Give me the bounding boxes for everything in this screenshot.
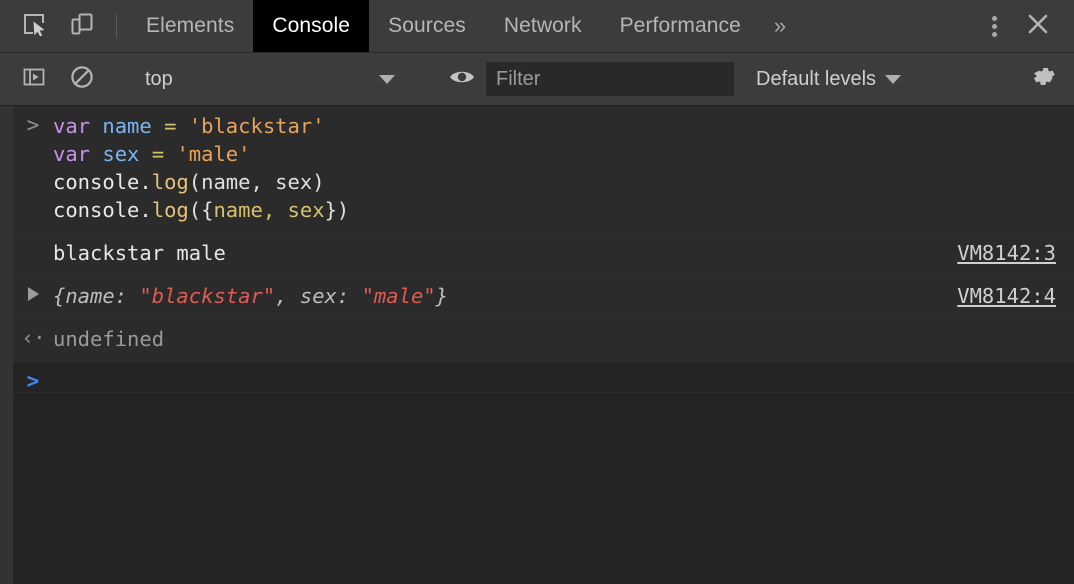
tab-network[interactable]: Network [485,0,601,52]
input-prompt-marker: > [13,106,53,136]
console-input-code: var name = 'blackstar' var sex = 'male' co… [53,106,1074,232]
devtools-window: Elements Console Sources Network Perform… [0,0,1074,584]
console-settings-button[interactable] [1022,53,1066,105]
console-messages-area[interactable]: > var name = 'blackstar' var sex = 'male'… [0,106,1074,584]
code-token: ({ [188,198,214,222]
clear-console-button[interactable] [58,64,106,95]
code-token: = [164,114,177,138]
close-devtools-button[interactable] [1016,0,1060,52]
code-line: var name = 'blackstar' [53,112,1074,140]
console-input-row: > var name = 'blackstar' var sex = 'male'… [0,106,1074,233]
code-token: log [151,198,189,222]
object-preview-segment: "blackstar" [139,284,276,308]
live-expression-icon [448,65,476,94]
source-link[interactable]: VM8142:3 [947,233,1074,275]
code-token: var [53,114,91,138]
execution-context-value: top [145,67,173,90]
execution-context-select[interactable]: top [127,53,417,105]
log-levels-select[interactable]: Default levels [756,67,902,91]
console-log-text: blackstar male [53,241,226,265]
code-token: = [151,142,165,166]
tab-elements[interactable]: Elements [127,0,253,52]
console-result-text: undefined [53,327,165,351]
console-sidebar-button[interactable] [10,65,58,94]
panel-tabs: Elements Console Sources Network Perform… [127,0,800,52]
kebab-menu-button[interactable] [972,0,1016,52]
console-object-preview[interactable]: {name: "blackstar", sex: "male"} [53,276,947,318]
tab-console[interactable]: Console [253,0,370,52]
console-result-row: ‹· undefined [0,319,1074,362]
tab-performance[interactable]: Performance [601,0,760,52]
code-token: (name, sex) [188,170,325,194]
chevron-down-icon [379,75,395,84]
code-token: console. [53,170,152,194]
code-line: console.log({name, sex}) [53,196,1074,224]
source-link[interactable]: VM8142:4 [947,276,1074,318]
settings-gear-icon [1031,64,1057,95]
prompt-chevron-icon: > [26,113,40,137]
more-tabs-button[interactable]: » [760,0,800,52]
code-token: 'blackstar' [188,114,325,138]
inspect-element-icon [21,11,47,42]
prompt-chevron-icon: > [26,369,40,393]
code-token: log [151,170,189,194]
filter-input[interactable]: Filter [486,62,734,96]
result-marker: ‹· [13,319,53,349]
tabbar-separator [116,14,117,38]
code-token: 'male' [176,142,251,166]
tab-sources[interactable]: Sources [369,0,485,52]
console-filterbar: top Filter Default levels [0,53,1074,106]
filter-placeholder: Filter [496,67,541,90]
device-toolbar-button[interactable] [58,0,106,52]
chevron-right-icon [27,287,39,301]
console-object-row: {name: "blackstar", sex: "male"} VM8142:… [0,276,1074,319]
object-preview-segment: , sex: [275,284,362,308]
code-token: name, sex [213,198,325,222]
code-line: console.log(name, sex) [53,168,1074,196]
return-arrow-icon: ‹· [21,326,45,350]
devtools-tabbar: Elements Console Sources Network Perform… [0,0,1074,53]
code-token: }) [324,198,350,222]
expand-object-button[interactable] [13,276,53,301]
console-gutter [0,106,13,584]
tabbar-actions [951,0,1074,52]
prompt-marker: > [13,362,53,392]
inspect-element-button[interactable] [10,0,58,52]
object-preview-segment: "male" [361,284,436,308]
log-levels-value: Default levels [756,67,877,90]
console-log-row: blackstar male VM8142:3 [0,233,1074,276]
kebab-menu-icon [991,15,997,37]
code-line: var sex = 'male' [53,140,1074,168]
close-icon [1026,12,1050,41]
console-sidebar-icon [22,65,46,94]
tabbar-spacer [800,0,951,52]
code-token: console. [53,198,152,222]
chevron-down-icon [885,74,902,84]
console-prompt-row[interactable]: > [0,362,1074,393]
object-preview-segment: {name: [53,284,140,308]
log-row-marker [13,233,53,242]
live-expression-button[interactable] [438,65,486,94]
code-token: var [53,142,91,166]
code-token: sex [102,142,140,166]
code-token: name [102,114,152,138]
clear-console-icon [69,64,95,95]
console-prompt-input[interactable] [53,362,1074,376]
object-preview-segment: } [435,284,448,308]
device-toolbar-icon [69,11,95,42]
